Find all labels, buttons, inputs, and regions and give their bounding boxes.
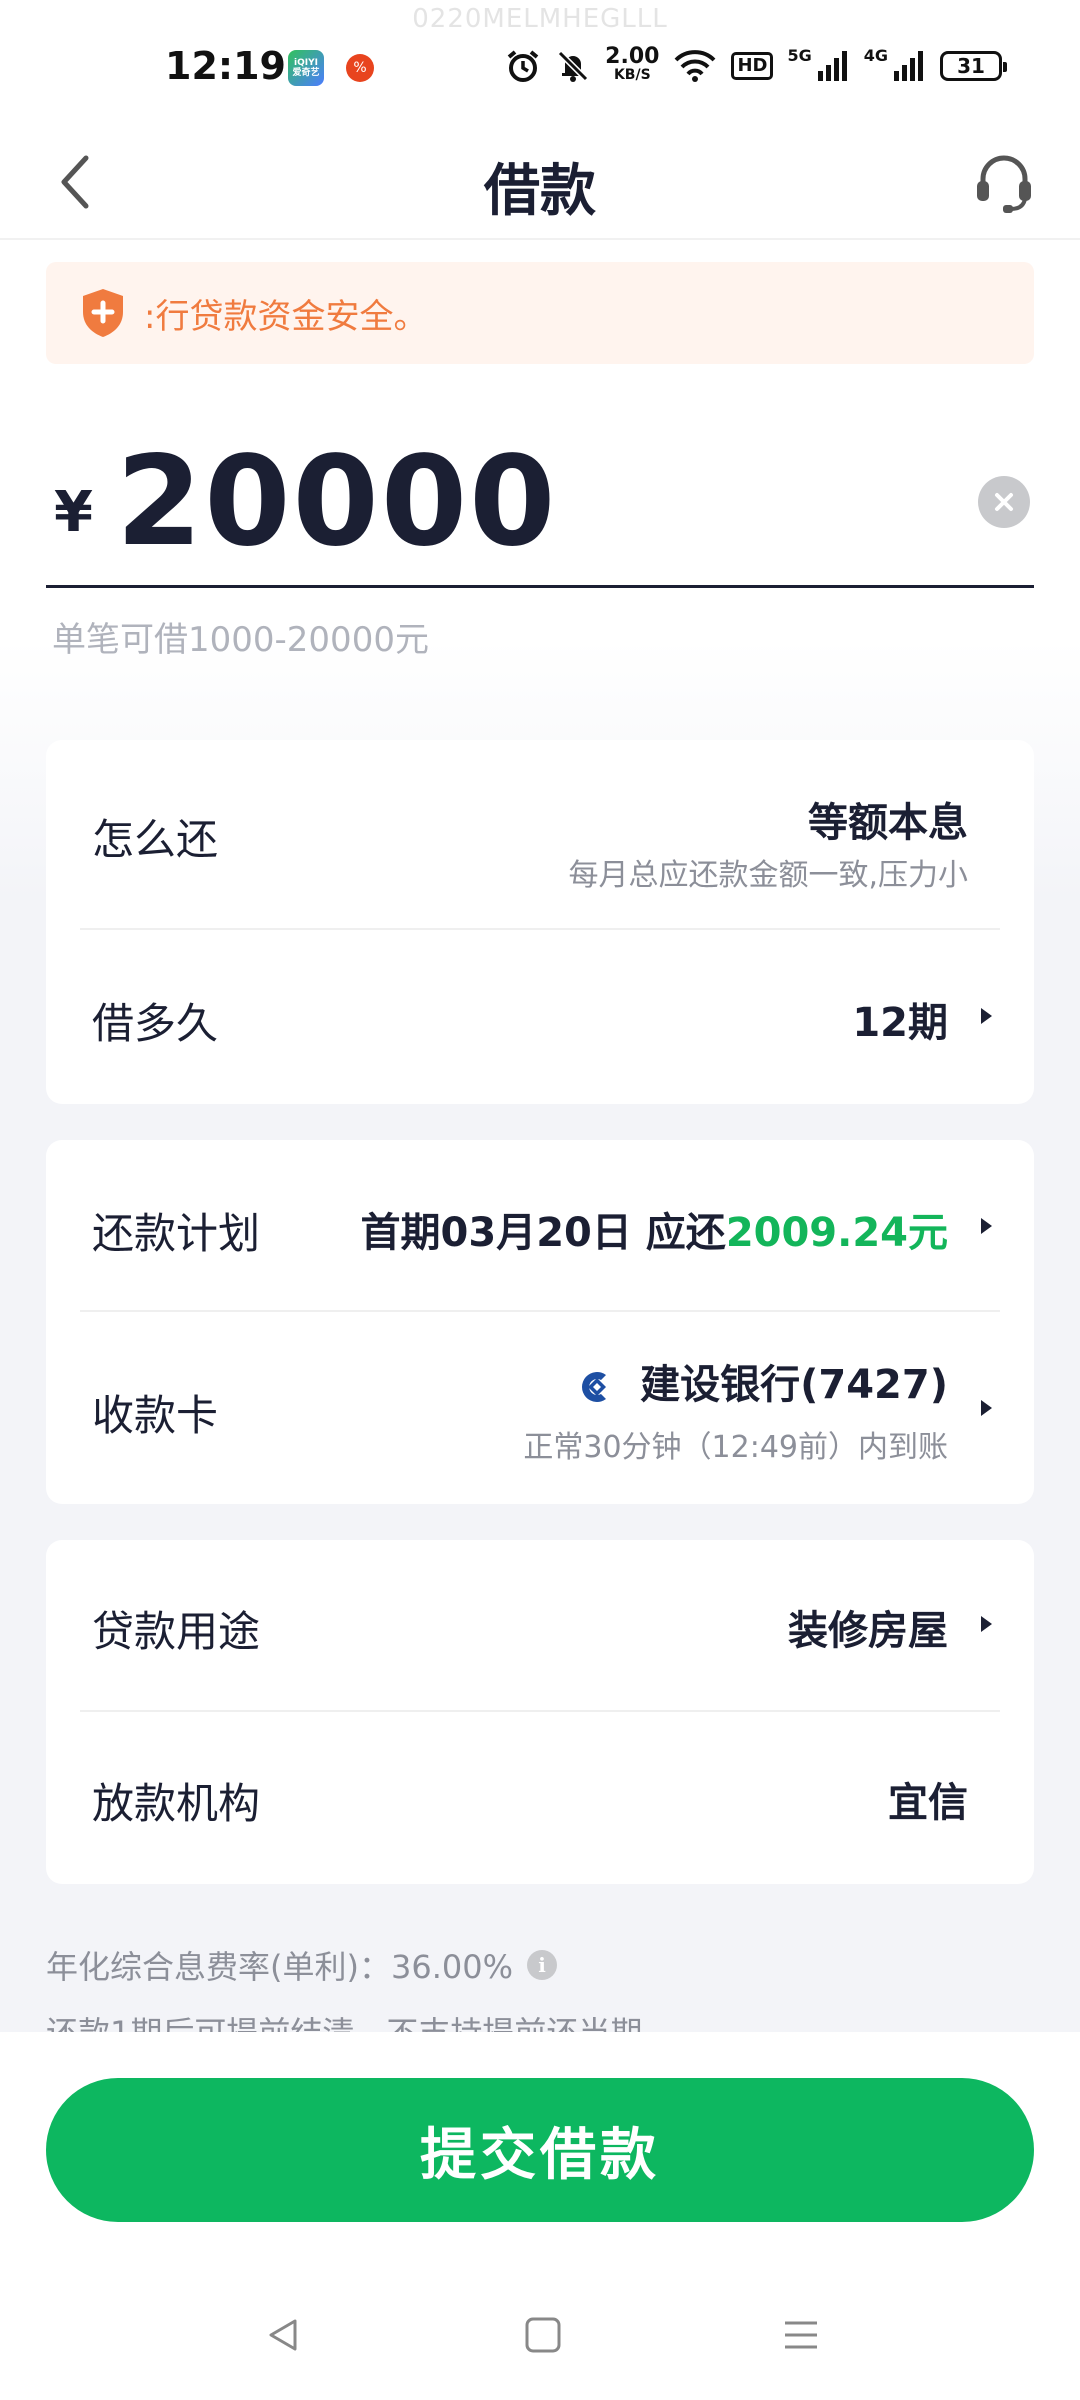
square-home-icon [525,2317,561,2353]
clear-amount-button[interactable] [978,476,1030,528]
customer-service-button[interactable] [964,142,1044,222]
amount-input[interactable]: ¥ 20000 [46,430,1034,588]
loan-term-value: 12期 [852,1000,948,1046]
first-payment-amount: 2009.24元 [725,1210,948,1256]
loan-term-row[interactable]: 借多久 12期 [46,930,1034,1104]
purpose-card: 贷款用途 装修房屋 放款机构 宜信 [46,1540,1034,1884]
shield-plus-icon [83,289,123,337]
repayment-method-label: 怎么还 [92,815,219,864]
loan-purpose-label: 贷款用途 [92,1607,261,1656]
signal-5g-label: 5G [787,46,812,65]
signal-bars-icon [817,51,847,81]
annual-rate-info: 年化综合息费率(单利)：36.00% i [46,1942,557,1988]
iqiyi-app-label: iQIYI 爱奇艺 [292,58,320,78]
hd-voice-badge: HD [731,52,774,80]
triangle-back-icon [269,2319,297,2351]
header-divider [0,238,1080,240]
signal-4g-label: 4G [863,46,888,65]
lender-value: 宜信 [888,1780,968,1826]
repayment-plan-prefix: 首期03月20日 应还 [360,1210,726,1256]
wifi-icon [675,50,716,82]
network-speed-value: 2.00 [605,44,660,69]
network-speed: 2.00 KB/S [605,44,660,84]
currency-symbol: ¥ [54,480,93,545]
chevron-left-icon [61,155,89,209]
battery-level: 31 [957,54,985,78]
repayment-card: 怎么还 等额本息 每月总应还款金额一致,压力小 借多久 12期 [46,740,1034,1104]
loan-term-label: 借多久 [92,999,219,1048]
ccb-bank-logo-icon [582,1372,607,1402]
battery-icon: 31 [940,51,1007,81]
network-speed-unit: KB/S [613,67,651,83]
status-icons: 2.00 KB/S HD 5G 4G 31 [505,44,1007,88]
system-back-button[interactable] [248,2300,318,2370]
amount-value: 20000 [116,430,558,574]
loan-purpose-value: 装修房屋 [788,1608,948,1654]
nav-header: 借款 [0,130,1080,240]
receiving-card-row[interactable]: 收款卡 建设银行(7427) 正常30分钟（12:49前）内到账 [46,1312,1034,1504]
caret-right-icon [981,1616,992,1632]
hamburger-menu-icon [785,2321,817,2349]
lender-row: 放款机构 宜信 [46,1712,1034,1884]
submit-loan-button[interactable]: 提交借款 [46,2078,1034,2222]
repayment-plan-value: 首期03月20日 应还2009.24元 [361,1200,948,1258]
system-navigation-bar [0,2300,1080,2370]
status-time: 12:19 [165,44,286,88]
signal-bars-icon [894,51,923,81]
lender-label: 放款机构 [92,1779,261,1828]
receiving-card-value: 建设银行(7427) [576,1352,948,1410]
notification-app-icon: % [346,54,374,82]
system-home-button[interactable] [508,2300,578,2370]
repayment-plan-row[interactable]: 还款计划 首期03月20日 应还2009.24元 [46,1140,1034,1310]
repayment-method-desc: 每月总应还款金额一致,压力小 [568,858,968,893]
repayment-method-row[interactable]: 怎么还 等额本息 每月总应还款金额一致,压力小 [46,740,1034,926]
notice-text: :行贷款资金安全。 [144,296,428,337]
alarm-icon [507,50,539,82]
caret-right-icon [981,1218,992,1234]
arrival-time-desc: 正常30分钟（12:49前）内到账 [523,1430,948,1465]
caret-right-icon [981,1400,992,1416]
close-icon [995,493,1013,511]
status-bar: 12:19 iQIYI 爱奇艺 % 2.00 KB/S HD 5G 4G 31 [0,0,1080,130]
back-button[interactable] [36,142,116,222]
repayment-plan-label: 还款计划 [92,1209,261,1258]
repayment-method-value: 等额本息 [808,800,968,846]
page-title: 借款 [484,159,596,224]
iqiyi-app-icon: iQIYI 爱奇艺 [288,50,324,86]
bank-name: 建设银行(7427) [640,1362,948,1408]
system-menu-button[interactable] [766,2300,836,2370]
caret-right-icon [981,1008,992,1024]
plan-card: 还款计划 首期03月20日 应还2009.24元 收款卡 建设银行(7427) … [46,1140,1034,1504]
annual-rate-text: 年化综合息费率(单利)：36.00% [46,1948,513,1986]
loan-purpose-row[interactable]: 贷款用途 装修房屋 [46,1540,1034,1710]
amount-range-hint: 单笔可借1000-20000元 [52,620,429,660]
receiving-card-label: 收款卡 [92,1391,219,1440]
headset-icon [977,155,1031,213]
security-notice-banner: :行贷款资金安全。 [46,262,1034,364]
info-icon[interactable]: i [527,1950,557,1980]
mute-icon [558,50,589,82]
